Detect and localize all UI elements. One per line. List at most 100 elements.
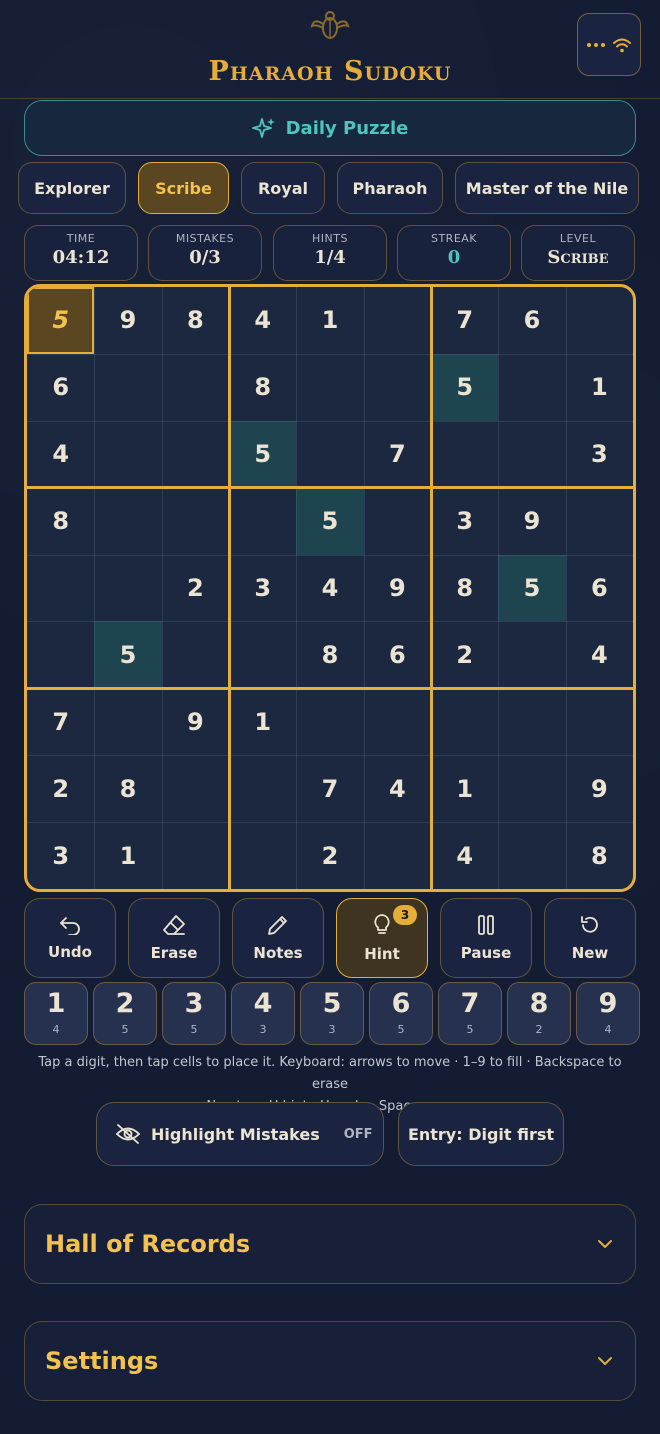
status-menu-button[interactable] [577, 13, 641, 76]
difficulty-royal[interactable]: Royal [241, 162, 325, 214]
board-cell[interactable] [94, 354, 161, 421]
settings-section[interactable]: Settings [24, 1321, 636, 1401]
board-cell[interactable]: 1 [229, 688, 296, 755]
board-cell[interactable]: 1 [296, 287, 363, 354]
highlight-mistakes-toggle[interactable]: Highlight Mistakes OFF [96, 1102, 384, 1166]
board-cell[interactable] [364, 688, 431, 755]
board-cell[interactable] [162, 421, 229, 488]
board-cell[interactable]: 7 [364, 421, 431, 488]
hint-button[interactable]: Hint 3 [336, 898, 428, 978]
board-cell[interactable]: 4 [296, 555, 363, 622]
board-cell[interactable] [162, 621, 229, 688]
board-cell[interactable] [162, 822, 229, 889]
board-cell[interactable] [566, 488, 633, 555]
board-cell[interactable] [94, 421, 161, 488]
board-cell[interactable]: 2 [431, 621, 498, 688]
board-cell[interactable] [296, 354, 363, 421]
board-cell[interactable]: 8 [162, 287, 229, 354]
board-cell[interactable] [498, 621, 565, 688]
board-cell[interactable]: 3 [566, 421, 633, 488]
board-cell[interactable] [498, 822, 565, 889]
board-cell[interactable] [566, 287, 633, 354]
board-cell[interactable] [364, 822, 431, 889]
board-cell[interactable] [364, 354, 431, 421]
board-cell[interactable]: 2 [27, 755, 94, 822]
new-game-button[interactable]: New [544, 898, 636, 978]
board-cell[interactable]: 4 [566, 621, 633, 688]
board-cell[interactable]: 6 [498, 287, 565, 354]
board-cell[interactable] [498, 755, 565, 822]
board-cell[interactable]: 7 [296, 755, 363, 822]
board-cell[interactable]: 5 [296, 487, 364, 555]
entry-mode-button[interactable]: Entry: Digit first [398, 1102, 564, 1166]
board-cell[interactable] [431, 688, 498, 755]
board-cell[interactable]: 4 [27, 421, 94, 488]
board-cell[interactable]: 6 [364, 621, 431, 688]
board-cell[interactable]: 6 [27, 354, 94, 421]
board-cell[interactable]: 1 [566, 354, 633, 421]
digit-button-2[interactable]: 25 [93, 982, 157, 1045]
board-cell[interactable]: 7 [431, 287, 498, 354]
board-cell[interactable]: 2 [162, 555, 229, 622]
erase-button[interactable]: Erase [128, 898, 220, 978]
board-cell[interactable]: 1 [94, 822, 161, 889]
digit-button-7[interactable]: 75 [438, 982, 502, 1045]
board-cell[interactable]: 9 [162, 688, 229, 755]
board-cell[interactable]: 2 [296, 822, 363, 889]
board-cell[interactable] [566, 688, 633, 755]
board-cell[interactable] [27, 555, 94, 622]
board-cell[interactable]: 8 [296, 621, 363, 688]
digit-button-8[interactable]: 82 [507, 982, 571, 1045]
board-cell[interactable] [498, 421, 565, 488]
digit-button-4[interactable]: 43 [231, 982, 295, 1045]
board-cell[interactable] [229, 488, 296, 555]
digit-button-1[interactable]: 14 [24, 982, 88, 1045]
board-cell[interactable]: 5 [431, 353, 499, 421]
difficulty-pharaoh[interactable]: Pharaoh [337, 162, 443, 214]
board-cell[interactable]: 4 [431, 822, 498, 889]
board-cell[interactable] [364, 287, 431, 354]
board-cell[interactable]: 9 [94, 287, 161, 354]
difficulty-master-of-the-nile[interactable]: Master of the Nile [455, 162, 639, 214]
pause-button[interactable]: Pause [440, 898, 532, 978]
board-cell[interactable]: 3 [229, 555, 296, 622]
board-cell[interactable]: 9 [364, 555, 431, 622]
digit-button-6[interactable]: 65 [369, 982, 433, 1045]
board-cell[interactable]: 4 [229, 287, 296, 354]
digit-button-3[interactable]: 35 [162, 982, 226, 1045]
board-cell[interactable] [296, 688, 363, 755]
board-cell[interactable]: 7 [27, 688, 94, 755]
board-cell[interactable] [431, 421, 498, 488]
difficulty-scribe[interactable]: Scribe [138, 162, 229, 214]
board-cell[interactable] [229, 755, 296, 822]
board-cell[interactable]: 1 [431, 755, 498, 822]
board-cell[interactable]: 5 [94, 621, 162, 689]
hall-of-records-section[interactable]: Hall of Records [24, 1204, 636, 1284]
board-cell[interactable]: 9 [498, 488, 565, 555]
digit-button-9[interactable]: 94 [576, 982, 640, 1045]
board-cell[interactable] [162, 755, 229, 822]
board-cell[interactable]: 3 [27, 822, 94, 889]
board-cell[interactable]: 8 [27, 488, 94, 555]
board-cell[interactable] [162, 354, 229, 421]
board-cell[interactable] [498, 688, 565, 755]
board-cell[interactable] [94, 555, 161, 622]
board-cell[interactable] [364, 488, 431, 555]
board-cell[interactable]: 3 [431, 488, 498, 555]
board-cell[interactable] [162, 488, 229, 555]
board-cell[interactable] [229, 822, 296, 889]
board-cell[interactable]: 5 [27, 287, 95, 354]
board-cell[interactable] [94, 688, 161, 755]
difficulty-explorer[interactable]: Explorer [18, 162, 126, 214]
board-cell[interactable]: 8 [229, 354, 296, 421]
board-cell[interactable] [296, 421, 363, 488]
board-cell[interactable] [27, 621, 94, 688]
board-cell[interactable]: 4 [364, 755, 431, 822]
board-cell[interactable]: 8 [566, 822, 633, 889]
board-cell[interactable]: 9 [566, 755, 633, 822]
board-cell[interactable]: 8 [94, 755, 161, 822]
notes-button[interactable]: Notes [232, 898, 324, 978]
board-cell[interactable] [229, 621, 296, 688]
board-cell[interactable]: 5 [498, 554, 566, 622]
digit-button-5[interactable]: 53 [300, 982, 364, 1045]
